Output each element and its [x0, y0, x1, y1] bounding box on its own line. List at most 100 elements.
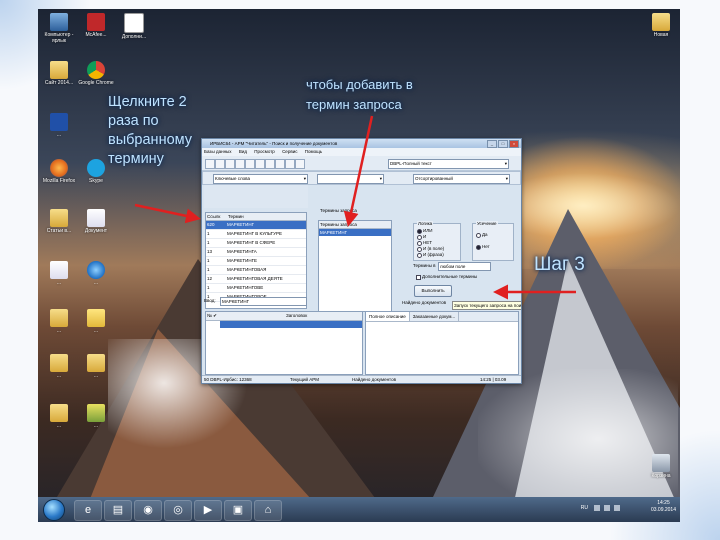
status-db: 50 DBPL-Ирбис: 12368 [204, 377, 252, 382]
taskbar-irbis-icon[interactable]: ▣ [224, 500, 252, 521]
table-row[interactable]: 1 МАРКЕТИНГ В СФЕРЕ [206, 239, 306, 248]
extra-terms-checkbox[interactable]: Дополнительные термины [416, 274, 477, 280]
menu-browse[interactable]: Просмотр [254, 149, 275, 154]
toolbar-button-4[interactable] [235, 159, 245, 169]
desktop-icon-folder[interactable]: Сайт 2014... [41, 61, 77, 86]
desktop-icon-browser[interactable]: Дополни... [116, 13, 152, 40]
taskbar: e ▤ ◉ ◎ ▶ ▣ ⌂ RU 14:25 03.09.2014 [38, 497, 680, 522]
tray-flag-icon[interactable] [614, 505, 620, 511]
desktop-icon-recycle-bin[interactable]: Корзина [643, 454, 679, 479]
desktop-icon-antivirus[interactable]: McAfee... [78, 13, 114, 38]
desktop-icon-folder-6[interactable]: ... [78, 354, 114, 379]
col-term[interactable]: Термин [227, 213, 244, 220]
clock-time: 14:25 [657, 500, 670, 506]
menu-service[interactable]: Сервис [282, 149, 297, 154]
desktop-icon-document[interactable]: Документ [78, 209, 114, 234]
status-arm: Текущий АРМ [290, 377, 319, 382]
toolbar-button-10[interactable] [295, 159, 305, 169]
terms-in-select[interactable]: любом поле [438, 262, 491, 271]
desktop-icon-folder-8[interactable]: ... [78, 404, 114, 429]
table-row[interactable]: 1 МАРКЕТИНГОВЕ [206, 284, 306, 293]
toolbar-button-3[interactable] [225, 159, 235, 169]
chrome-icon [87, 61, 105, 79]
toolbar-button-7[interactable] [265, 159, 275, 169]
truncation-group-title: Усечение [476, 221, 498, 226]
desktop-icon-folder-2[interactable]: Статьи в... [41, 209, 77, 234]
status-found: Найдено документов [352, 377, 396, 382]
table-row[interactable]: 1 МАРКЕТИНГ В КУЛЬТУРЕ [206, 230, 306, 239]
request-terms-list[interactable]: Термины запроса МАРКЕТИНГ [318, 220, 392, 312]
execute-button[interactable]: Выполнить [414, 285, 452, 297]
folder-icon [50, 404, 68, 422]
snow-right [478, 369, 678, 509]
results-selected-row[interactable] [220, 321, 362, 328]
taskbar-media-icon[interactable]: ▶ [194, 500, 222, 521]
menu-databases[interactable]: Базы данных [204, 149, 232, 154]
desktop-icon-folder-7[interactable]: ... [41, 404, 77, 429]
taskbar-chrome-icon[interactable]: ◎ [164, 500, 192, 521]
desktop-icon-folder-3[interactable]: ... [41, 309, 77, 334]
desktop-icon-folder-5[interactable]: ... [41, 354, 77, 379]
taskbar-app-icon[interactable]: ⌂ [254, 500, 282, 521]
menu-bar: Базы данных Вид Просмотр Сервис Помощь [202, 148, 521, 156]
desktop-icon-folder-4[interactable]: ... [78, 309, 114, 334]
table-row[interactable]: 1 МАРКЕТИНГЕ [206, 257, 306, 266]
truncation-no-radio[interactable]: Нет [476, 244, 490, 250]
results-list[interactable]: № ✔ Заголовок [205, 311, 363, 375]
toolbar-button-8[interactable] [275, 159, 285, 169]
table-row[interactable]: 12 МАРКЕТИНГОВАЯ ДЕЯТЕ [206, 275, 306, 284]
firefox-icon [50, 159, 68, 177]
request-term-selected[interactable]: МАРКЕТИНГ [319, 229, 391, 236]
table-row[interactable]: 620 МАРКЕТИНГ [206, 221, 306, 230]
table-row[interactable]: 13 МАРКЕТИНГА [206, 248, 306, 257]
taskbar-firefox-icon[interactable]: ◉ [134, 500, 162, 521]
toolbar-button-1[interactable] [205, 159, 215, 169]
desktop-icon-database[interactable]: ... [41, 113, 77, 138]
minimize-button[interactable]: _ [487, 140, 497, 148]
language-indicator[interactable]: RU [581, 505, 588, 511]
start-button[interactable] [43, 499, 65, 521]
tray-network-icon[interactable] [594, 505, 600, 511]
menu-help[interactable]: Помощь [305, 149, 322, 154]
folder-icon [50, 354, 68, 372]
taskbar-ie-icon[interactable]: e [74, 500, 102, 521]
sort-mode-select[interactable]: Отсортированный [413, 174, 510, 184]
desktop-icon-folder-new[interactable]: Новая [643, 13, 679, 38]
results-header-title: Заголовок [286, 313, 308, 318]
tab-ordered-docs[interactable]: Заказанные докум... [410, 312, 460, 321]
toolbar-button-5[interactable] [245, 159, 255, 169]
toolbar-button-2[interactable] [215, 159, 225, 169]
close-button[interactable]: × [509, 140, 519, 148]
desktop-icon-computer[interactable]: Компьютер - ярлык [41, 13, 77, 44]
row-check-icon: № ✔ [207, 313, 217, 318]
irbis-window: ИРБИС64 - АРМ "Читатель" - Поиск и получ… [201, 138, 522, 384]
dictionary-select[interactable]: Ключевые слова [213, 174, 308, 184]
database-select[interactable]: DBPL-Полный текст [388, 159, 509, 169]
taskbar-folder-icon[interactable]: ▤ [104, 500, 132, 521]
toolbar-button-6[interactable] [255, 159, 265, 169]
window-controls: _ □ × [487, 140, 519, 148]
maximize-button[interactable]: □ [498, 140, 508, 148]
desktop-icon-firefox[interactable]: Mozilla Firefox [41, 159, 77, 184]
secondary-select[interactable] [317, 174, 384, 184]
col-count[interactable]: Ссылк [206, 213, 227, 220]
folder-icon [50, 309, 68, 327]
search-input[interactable]: МАРКЕТИНГ [220, 297, 307, 306]
logic-group-title: Логика [417, 221, 434, 226]
description-tabs: Полное описание Заказанные докум... [366, 312, 518, 322]
truncation-yes-radio[interactable]: Да [476, 232, 488, 238]
logic-and-phrase-radio[interactable]: И (фраза) [417, 252, 444, 258]
desktop-icon-ie[interactable]: ... [78, 261, 114, 286]
folder-icon [50, 61, 68, 79]
tab-full-description[interactable]: Полное описание [366, 312, 410, 321]
toolbar-button-9[interactable] [285, 159, 295, 169]
desktop-icon-document-2[interactable]: ... [41, 261, 77, 286]
logic-group: Логика ИЛИ И НЕТ И (в поле) И (фраза) [413, 221, 461, 261]
tray-volume-icon[interactable] [604, 505, 610, 511]
desktop-icon-chrome[interactable]: Google Chrome [78, 61, 114, 86]
folder-icon [87, 354, 105, 372]
clock[interactable]: 14:25 03.09.2014 [651, 500, 676, 514]
computer-icon [50, 13, 68, 31]
table-row[interactable]: 1 МАРКЕТИНГОВАЯ [206, 266, 306, 275]
menu-view[interactable]: Вид [239, 149, 247, 154]
